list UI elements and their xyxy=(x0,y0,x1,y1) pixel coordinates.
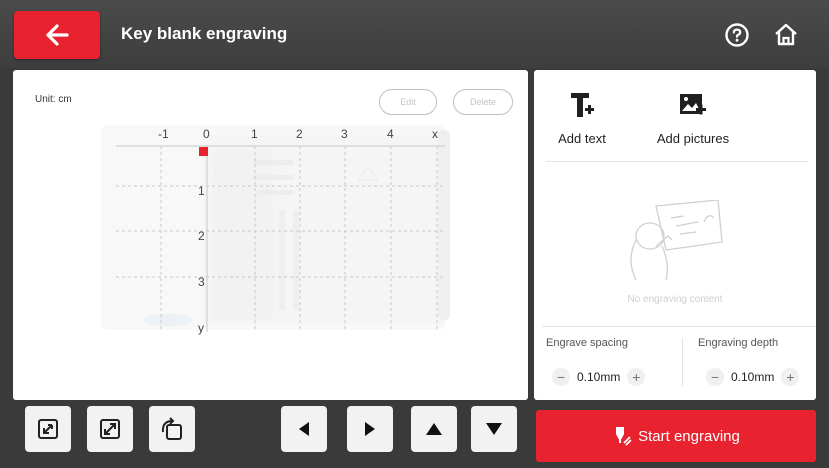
depth-value: 0.10mm xyxy=(731,370,775,384)
rotate-icon xyxy=(161,417,182,440)
move-left-button[interactable] xyxy=(281,406,327,452)
up-arrow-icon xyxy=(426,423,442,435)
divider xyxy=(546,161,808,162)
engraving-options-panel: Add text Add pictures No engraving conte… xyxy=(534,70,816,400)
add-text-icon xyxy=(571,93,594,117)
down-arrow-icon xyxy=(486,423,502,435)
left-arrow-icon xyxy=(299,422,309,436)
depth-minus-button[interactable]: − xyxy=(706,368,724,386)
move-up-button[interactable] xyxy=(411,406,457,452)
home-icon xyxy=(775,23,797,46)
y-tick-label: 2 xyxy=(198,229,205,243)
add-text-label: Add text xyxy=(558,131,606,146)
x-tick-label: -1 xyxy=(158,127,169,141)
x-tick-label: 1 xyxy=(251,127,258,141)
y-tick-label: 3 xyxy=(198,275,205,289)
x-tick-label: 4 xyxy=(387,127,394,141)
x-tick-label: 3 xyxy=(341,127,348,141)
engraving-depth-stepper: − 0.10mm + xyxy=(706,366,800,388)
depth-plus-button[interactable]: + xyxy=(781,368,800,386)
divider xyxy=(682,338,683,386)
x-tick-label: 0 xyxy=(203,127,210,141)
y-axis-label: y xyxy=(198,321,204,335)
right-arrow-icon xyxy=(365,422,375,436)
edit-button[interactable]: Edit xyxy=(379,89,437,115)
spacing-minus-button[interactable]: − xyxy=(552,368,570,386)
engrave-tool-icon xyxy=(616,427,632,446)
move-down-button[interactable] xyxy=(471,406,517,452)
add-text-button[interactable]: Add text xyxy=(552,90,612,146)
canvas-toolbar xyxy=(13,406,528,460)
expand-icon xyxy=(100,419,120,439)
unit-label: Unit: cm xyxy=(35,94,72,105)
key-blank-image xyxy=(101,125,450,330)
move-right-button[interactable] xyxy=(347,406,393,452)
delete-button[interactable]: Delete xyxy=(453,89,513,115)
shrink-button[interactable] xyxy=(25,406,71,452)
arrow-left-icon xyxy=(46,24,69,46)
expand-button[interactable] xyxy=(87,406,133,452)
help-button[interactable] xyxy=(724,22,750,48)
spacing-value: 0.10mm xyxy=(577,370,621,384)
back-button[interactable] xyxy=(14,11,100,59)
start-engraving-button[interactable]: Start engraving xyxy=(536,410,816,462)
y-tick-label: 1 xyxy=(198,184,205,198)
engrave-spacing-label: Engrave spacing xyxy=(546,337,628,349)
add-pictures-button[interactable]: Add pictures xyxy=(648,90,738,146)
rotate-button[interactable] xyxy=(149,406,195,452)
origin-marker xyxy=(199,147,208,156)
add-pictures-label: Add pictures xyxy=(656,131,730,146)
start-engraving-label: Start engraving xyxy=(638,427,740,445)
x-tick-label: 2 xyxy=(296,127,303,141)
top-bar: Key blank engraving xyxy=(0,0,829,68)
shrink-icon xyxy=(38,419,58,439)
empty-state-illustration xyxy=(630,200,723,281)
engraving-canvas[interactable]: -1 0 1 2 3 4 x 1 2 3 y Unit: cm Edit Del… xyxy=(13,70,528,400)
add-picture-icon xyxy=(680,94,706,115)
divider xyxy=(542,326,816,327)
page-title: Key blank engraving xyxy=(121,24,288,43)
engrave-spacing-stepper: − 0.10mm + xyxy=(552,366,646,388)
question-circle-icon xyxy=(725,23,749,47)
spacing-plus-button[interactable]: + xyxy=(627,368,646,386)
home-button[interactable] xyxy=(772,21,800,49)
key-preview[interactable]: -1 0 1 2 3 4 x 1 2 3 y xyxy=(13,70,528,400)
empty-state-text: No engraving content xyxy=(627,294,723,305)
engraving-depth-label: Engraving depth xyxy=(698,337,779,349)
x-axis-label: x xyxy=(432,127,438,141)
